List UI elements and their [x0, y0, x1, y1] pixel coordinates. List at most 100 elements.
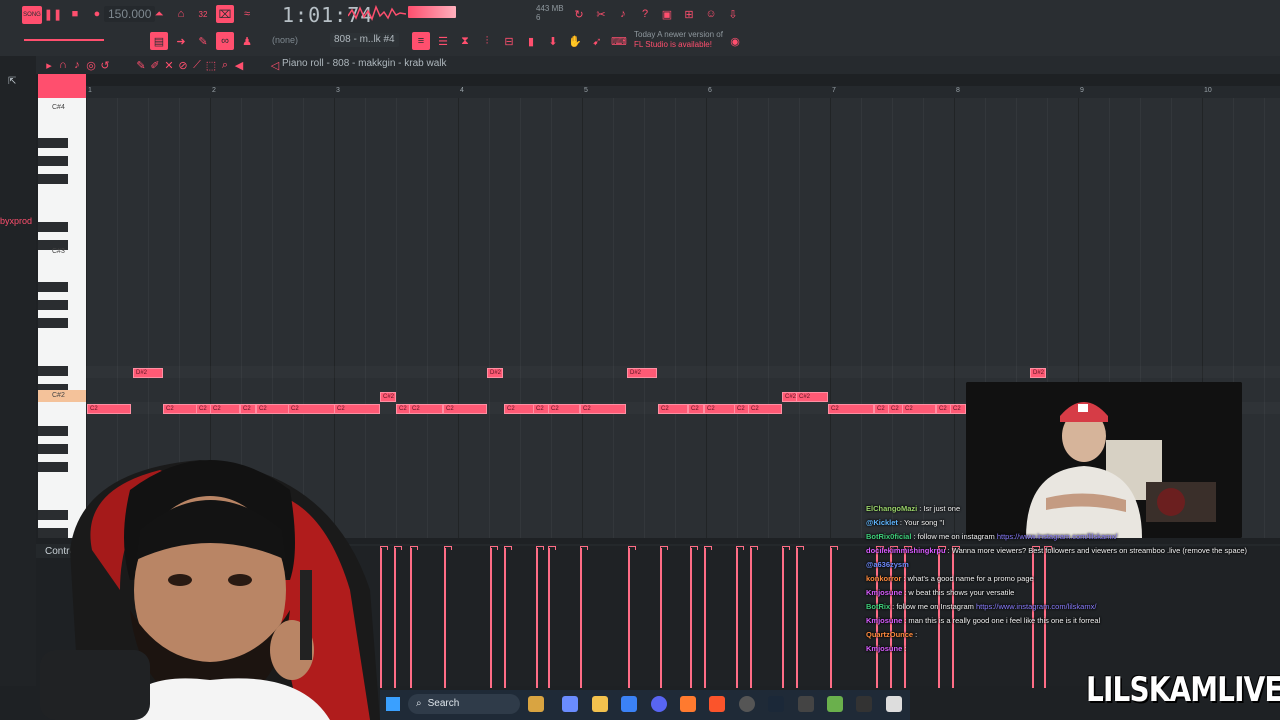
4k-icon[interactable] — [856, 696, 872, 712]
velocity-handle[interactable] — [490, 546, 498, 550]
black-key[interactable] — [38, 318, 68, 328]
chat-icon[interactable]: ☺ — [702, 5, 720, 23]
widgets-icon[interactable] — [528, 696, 544, 712]
velocity-handle[interactable] — [736, 546, 744, 550]
note[interactable]: C2 — [396, 404, 410, 414]
velocity-bar[interactable] — [536, 548, 538, 688]
velocity-bar[interactable] — [796, 548, 798, 688]
note[interactable]: C2 — [828, 404, 874, 414]
dock-icon[interactable]: ⇱ — [8, 76, 16, 87]
note[interactable]: C2 — [950, 404, 966, 414]
update-notice[interactable]: Today A newer version of FL Studio is av… — [634, 30, 723, 50]
note[interactable]: C2 — [334, 404, 380, 414]
cut-icon[interactable]: ✂ — [592, 5, 610, 23]
chat-link[interactable]: https://www.instagram.com/lilskamx/ — [997, 532, 1117, 541]
tool-loop-icon[interactable]: ↺ — [96, 56, 114, 74]
note[interactable]: C2 — [902, 404, 936, 414]
note[interactable]: C2 — [409, 404, 443, 414]
velocity-bar[interactable] — [410, 548, 412, 688]
app-icon[interactable] — [798, 696, 814, 712]
discord-icon[interactable] — [651, 696, 667, 712]
file-explorer-icon[interactable] — [592, 696, 608, 712]
pause-icon[interactable]: ❚❚ — [44, 5, 62, 23]
store-icon[interactable] — [621, 696, 637, 712]
note[interactable]: C2 — [688, 404, 704, 414]
velocity-handle[interactable] — [750, 546, 758, 550]
velocity-bar[interactable] — [490, 548, 492, 688]
note[interactable]: C2 — [548, 404, 580, 414]
snap-none-label[interactable]: (none) — [272, 35, 298, 45]
mic-icon[interactable]: ♪ — [614, 5, 632, 23]
arrow-icon[interactable]: ➜ — [172, 32, 190, 50]
velocity-handle[interactable] — [380, 546, 388, 550]
note[interactable]: D#2 — [133, 368, 163, 378]
black-key[interactable] — [38, 138, 68, 148]
velocity-bar[interactable] — [444, 548, 446, 688]
master-volume-slider[interactable] — [24, 39, 104, 41]
note[interactable]: C2 — [240, 404, 256, 414]
copilot-icon[interactable] — [562, 696, 578, 712]
touch-icon[interactable]: ✋ — [566, 32, 584, 50]
undo-icon[interactable]: ↻ — [570, 5, 588, 23]
tempo-display[interactable]: 150.000 — [104, 6, 156, 22]
velocity-bar[interactable] — [380, 548, 382, 688]
plugin-picker-icon[interactable]: ⬇ — [544, 32, 562, 50]
note[interactable]: C2 — [288, 404, 336, 414]
windows-start-icon[interactable] — [386, 697, 400, 711]
note[interactable]: C#2 — [796, 392, 828, 402]
black-key[interactable] — [38, 366, 68, 376]
browser-icon[interactable]: ⊟ — [500, 32, 518, 50]
note[interactable]: D#2 — [487, 368, 503, 378]
black-key[interactable] — [38, 300, 68, 310]
velocity-bar[interactable] — [628, 548, 630, 688]
velocity-handle[interactable] — [782, 546, 790, 550]
velocity-bar[interactable] — [504, 548, 506, 688]
channel-rack-icon[interactable]: ▤ — [150, 32, 168, 50]
note[interactable]: C2 — [504, 404, 534, 414]
note[interactable]: C2 — [256, 404, 290, 414]
help-icon[interactable]: ? — [636, 5, 654, 23]
note[interactable]: D#2 — [1030, 368, 1046, 378]
stamp-icon[interactable]: ♟ — [238, 32, 256, 50]
metronome-icon[interactable]: ⏶ — [150, 5, 168, 23]
tool-playback-icon[interactable]: ◀ — [230, 56, 248, 74]
note[interactable]: C2 — [658, 404, 688, 414]
chat-link[interactable]: https://www.instagram.com/lilskamx/ — [976, 602, 1096, 611]
velocity-handle[interactable] — [830, 546, 838, 550]
link-icon[interactable]: ∞ — [216, 32, 234, 50]
black-key[interactable] — [38, 222, 68, 232]
note[interactable]: D#2 — [627, 368, 657, 378]
velocity-handle[interactable] — [444, 546, 452, 550]
velocity-handle[interactable] — [796, 546, 804, 550]
obs-icon[interactable] — [739, 696, 755, 712]
brave-icon[interactable] — [709, 696, 725, 712]
note[interactable]: C2 — [748, 404, 782, 414]
velocity-bar[interactable] — [736, 548, 738, 688]
pattern-selector[interactable]: 808 - m..lk #4 — [330, 33, 399, 47]
note[interactable]: C#2 — [380, 392, 396, 402]
velocity-bar[interactable] — [394, 548, 396, 688]
draw-icon[interactable]: ✎ — [194, 32, 212, 50]
velocity-handle[interactable] — [690, 546, 698, 550]
velocity-bar[interactable] — [830, 548, 832, 688]
app-icon[interactable] — [827, 696, 843, 712]
fl-studio-icon[interactable] — [680, 696, 696, 712]
note[interactable]: C2 — [580, 404, 626, 414]
steam-icon[interactable] — [768, 696, 784, 712]
velocity-handle[interactable] — [536, 546, 544, 550]
xbox-icon[interactable] — [886, 696, 902, 712]
save-icon[interactable]: ▣ — [658, 5, 676, 23]
script-icon[interactable]: ➹ — [588, 32, 606, 50]
browser-item-label[interactable]: byxprod — [0, 216, 32, 226]
black-key[interactable] — [38, 156, 68, 166]
velocity-bar[interactable] — [580, 548, 582, 688]
time-ruler[interactable] — [86, 86, 1280, 98]
velocity-handle[interactable] — [410, 546, 418, 550]
keyboard-icon[interactable]: ⌨ — [610, 32, 628, 50]
countdown-icon[interactable]: 32 — [194, 5, 212, 23]
plugin-icon[interactable]: ⊞ — [680, 5, 698, 23]
playlist-icon[interactable]: ☰ — [434, 32, 452, 50]
velocity-bar[interactable] — [548, 548, 550, 688]
velocity-bar[interactable] — [704, 548, 706, 688]
piano-roll-icon[interactable]: ≡ — [412, 32, 430, 50]
